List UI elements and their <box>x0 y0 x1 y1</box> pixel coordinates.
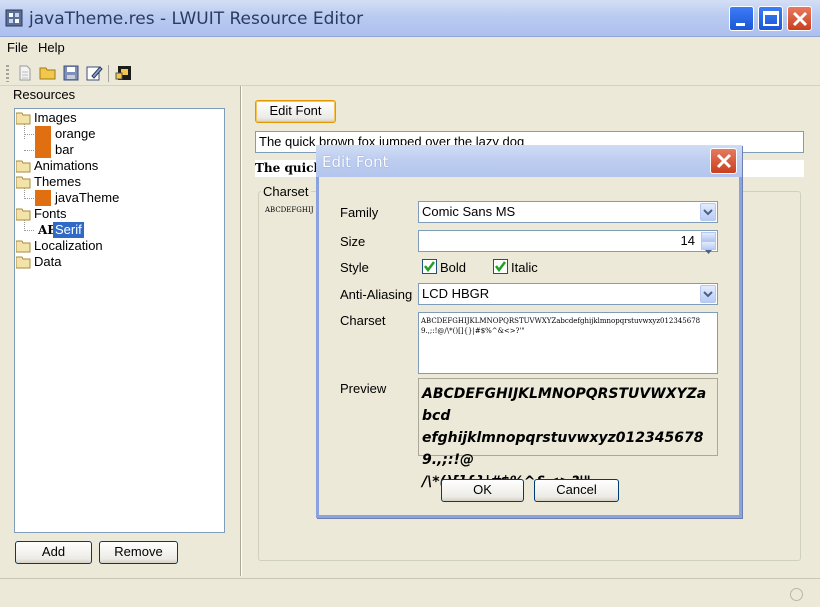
charset-textarea[interactable]: ABCDEFGHIJKLMNOPQRSTUVWXYZabcdefghijklmn… <box>418 312 718 374</box>
close-button[interactable] <box>787 6 812 31</box>
folder-icon <box>16 160 31 173</box>
folder-icon <box>16 256 31 269</box>
italic-label[interactable]: Italic <box>511 260 538 275</box>
menu-bar: File Help <box>0 37 820 59</box>
style-label: Style <box>340 260 369 275</box>
tree-item-bar[interactable]: bar <box>55 142 74 158</box>
tree-item-localization[interactable]: Localization <box>34 238 103 254</box>
dialog-title-bar[interactable]: Edit Font <box>316 145 742 177</box>
charset-mini-preview: ABCDEFGHIJ <box>265 206 314 214</box>
anti-aliasing-select[interactable]: LCD HBGR <box>418 283 718 305</box>
save-icon[interactable] <box>62 64 80 82</box>
size-label: Size <box>340 234 366 249</box>
status-bar <box>0 578 820 607</box>
size-spinner[interactable]: 14 <box>418 230 718 254</box>
open-folder-icon[interactable] <box>39 64 57 82</box>
anti-aliasing-label: Anti-Aliasing <box>340 287 413 302</box>
dialog-close-button[interactable] <box>710 148 737 174</box>
chevron-down-icon <box>705 250 712 254</box>
folder-icon <box>16 240 31 253</box>
toolbar-separator <box>108 65 109 82</box>
tree-line <box>24 134 34 135</box>
tree-item-images[interactable]: Images <box>34 110 77 126</box>
theme-swatch-icon <box>35 190 51 206</box>
menu-help[interactable]: Help <box>38 40 65 55</box>
toolbar <box>0 60 820 86</box>
app-icon <box>5 9 23 27</box>
family-value: Comic Sans MS <box>422 204 516 219</box>
anti-aliasing-value: LCD HBGR <box>422 286 490 301</box>
family-dropdown-arrow[interactable] <box>700 203 716 221</box>
ok-button[interactable]: OK <box>441 479 524 502</box>
charset-group-label: Charset <box>261 184 311 199</box>
anti-aliasing-dropdown-arrow[interactable] <box>700 285 716 303</box>
bold-checkbox[interactable] <box>422 259 437 274</box>
image-swatch-icon <box>35 126 51 142</box>
edit-font-button[interactable]: Edit Font <box>255 100 336 123</box>
minimize-button[interactable] <box>729 6 754 31</box>
tree-line <box>24 230 34 231</box>
edit-icon[interactable] <box>85 64 103 82</box>
tree-item-themes[interactable]: Themes <box>34 174 81 190</box>
family-label: Family <box>340 205 379 220</box>
window-title: javaTheme.res - LWUIT Resource Editor <box>29 9 364 29</box>
dialog-charset-label: Charset <box>340 313 386 328</box>
toolbar-grip[interactable] <box>6 65 9 82</box>
close-icon <box>716 153 732 169</box>
window-title-bar[interactable]: javaTheme.res - LWUIT Resource Editor <box>0 0 820 37</box>
tree-item-serif[interactable]: Serif <box>53 222 84 238</box>
cancel-button[interactable]: Cancel <box>534 479 619 502</box>
preview-line: ABCDEFGHIJKLMNOPQRSTUVWXYZabcd <box>422 386 707 424</box>
tree-line <box>24 150 34 151</box>
maximize-icon <box>763 11 779 26</box>
tree-item-data[interactable]: Data <box>34 254 61 270</box>
italic-checkbox[interactable] <box>493 259 508 274</box>
tree-item-orange[interactable]: orange <box>55 126 95 142</box>
preview-label: Preview <box>340 381 387 396</box>
tree-item-fonts[interactable]: Fonts <box>34 206 67 222</box>
resources-label: Resources <box>13 87 76 102</box>
preview-line: efghijklmnopqrstuvwxyz0123456789.,;:!@ <box>422 430 704 468</box>
chevron-down-icon <box>703 209 713 216</box>
split-pane-divider[interactable] <box>240 86 242 576</box>
tree-item-animations[interactable]: Animations <box>34 158 98 174</box>
size-increment-button[interactable] <box>701 232 716 246</box>
family-select[interactable]: Comic Sans MS <box>418 201 718 223</box>
busy-indicator-icon <box>790 588 803 601</box>
checkmark-icon <box>495 261 506 273</box>
checkmark-icon <box>424 261 435 273</box>
resource-tree[interactable]: Images orange bar Animations Themes java… <box>14 108 225 533</box>
edit-font-dialog: Edit Font Family Comic Sans MS Size 14 S… <box>316 145 742 518</box>
minimize-icon <box>736 23 745 26</box>
menu-file[interactable]: File <box>7 40 28 55</box>
new-icon[interactable] <box>16 64 34 82</box>
size-decrement-button[interactable] <box>701 241 716 254</box>
tree-item-javatheme[interactable]: javaTheme <box>55 190 119 206</box>
tree-line <box>24 198 34 199</box>
dialog-title: Edit Font <box>322 153 389 171</box>
size-value: 14 <box>680 233 695 248</box>
folder-open-icon <box>16 176 31 189</box>
bold-label[interactable]: Bold <box>440 260 466 275</box>
font-preview: ABCDEFGHIJKLMNOPQRSTUVWXYZabcd efghijklm… <box>418 378 718 490</box>
chevron-down-icon <box>703 291 713 298</box>
maximize-button[interactable] <box>758 6 783 31</box>
close-icon <box>792 11 808 27</box>
add-button[interactable]: Add <box>15 541 92 564</box>
image-swatch-icon <box>35 142 51 158</box>
export-icon[interactable] <box>115 64 133 82</box>
folder-open-icon <box>16 112 31 125</box>
folder-open-icon <box>16 208 31 221</box>
remove-button[interactable]: Remove <box>99 541 178 564</box>
